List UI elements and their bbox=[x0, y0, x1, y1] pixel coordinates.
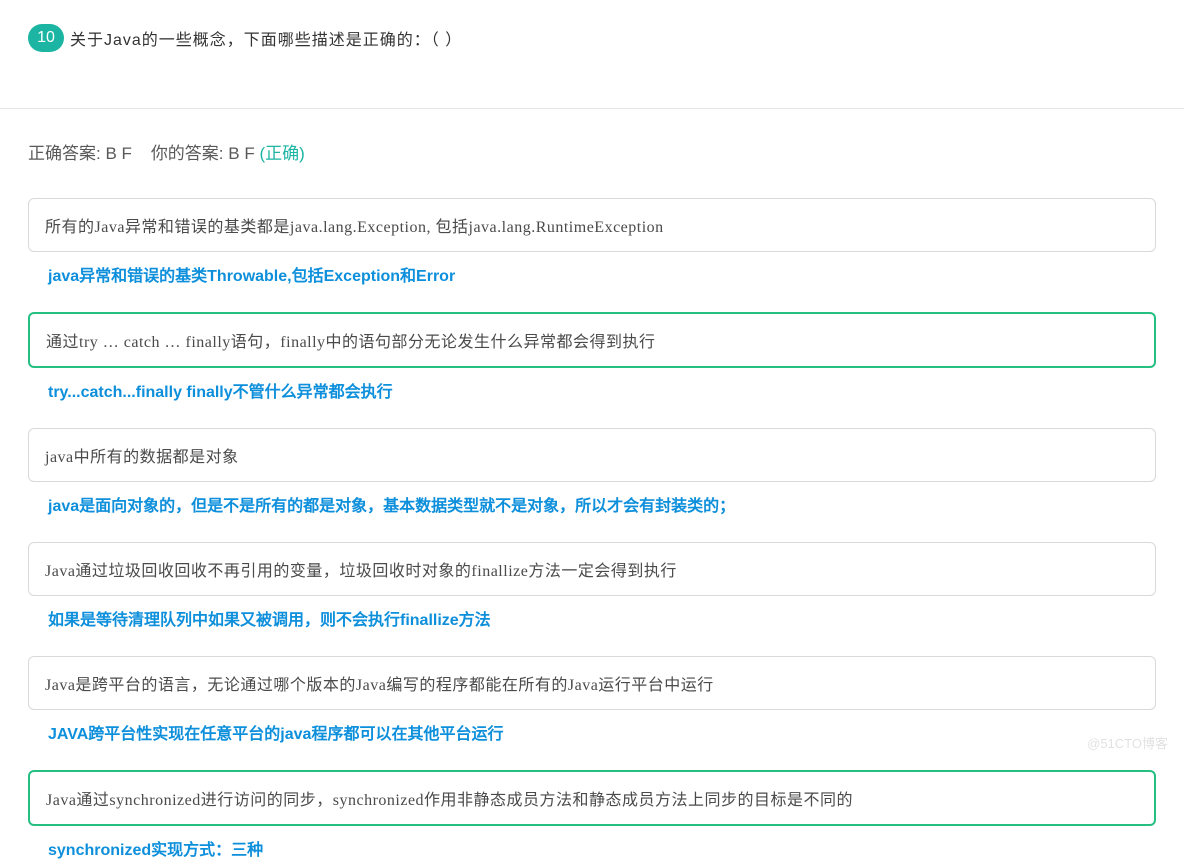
question-header: 10 关于Java的一些概念，下面哪些描述是正确的：（ ） bbox=[0, 0, 1184, 52]
option-explanation: java是面向对象的，但是不是所有的都是对象，基本数据类型就不是对象，所以才会有… bbox=[48, 492, 1156, 516]
option-item[interactable]: 所有的Java异常和错误的基类都是java.lang.Exception, 包括… bbox=[28, 198, 1156, 252]
question-number-badge: 10 bbox=[28, 24, 64, 52]
option-item[interactable]: java中所有的数据都是对象 bbox=[28, 428, 1156, 482]
your-answer-label: 你的答案: B F bbox=[151, 144, 255, 163]
option-explanation: synchronized实现方式：三种 bbox=[48, 836, 1156, 860]
option-item[interactable]: Java通过synchronized进行访问的同步，synchronized作用… bbox=[28, 770, 1156, 826]
answer-status: (正确) bbox=[259, 144, 304, 163]
option-explanation: JAVA跨平台性实现在任意平台的java程序都可以在其他平台运行 bbox=[48, 720, 1156, 744]
answer-line: 正确答案: B F 你的答案: B F (正确) bbox=[0, 109, 1184, 172]
option-explanation: java异常和错误的基类Throwable,包括Exception和Error bbox=[48, 262, 1156, 286]
option-item[interactable]: Java通过垃圾回收回收不再引用的变量，垃圾回收时对象的finallize方法一… bbox=[28, 542, 1156, 596]
option-explanation: 如果是等待清理队列中如果又被调用，则不会执行finallize方法 bbox=[48, 606, 1156, 630]
correct-answer-label: 正确答案: B F bbox=[28, 144, 132, 163]
question-page: 10 关于Java的一些概念，下面哪些描述是正确的：（ ） 正确答案: B F … bbox=[0, 0, 1184, 860]
option-item[interactable]: Java是跨平台的语言，无论通过哪个版本的Java编写的程序都能在所有的Java… bbox=[28, 656, 1156, 710]
options-list: 所有的Java异常和错误的基类都是java.lang.Exception, 包括… bbox=[0, 198, 1184, 860]
option-explanation: try...catch...finally finally不管什么异常都会执行 bbox=[48, 378, 1156, 402]
question-text: 关于Java的一些概念，下面哪些描述是正确的：（ ） bbox=[70, 26, 462, 50]
option-item[interactable]: 通过try … catch … finally语句，finally中的语句部分无… bbox=[28, 312, 1156, 368]
